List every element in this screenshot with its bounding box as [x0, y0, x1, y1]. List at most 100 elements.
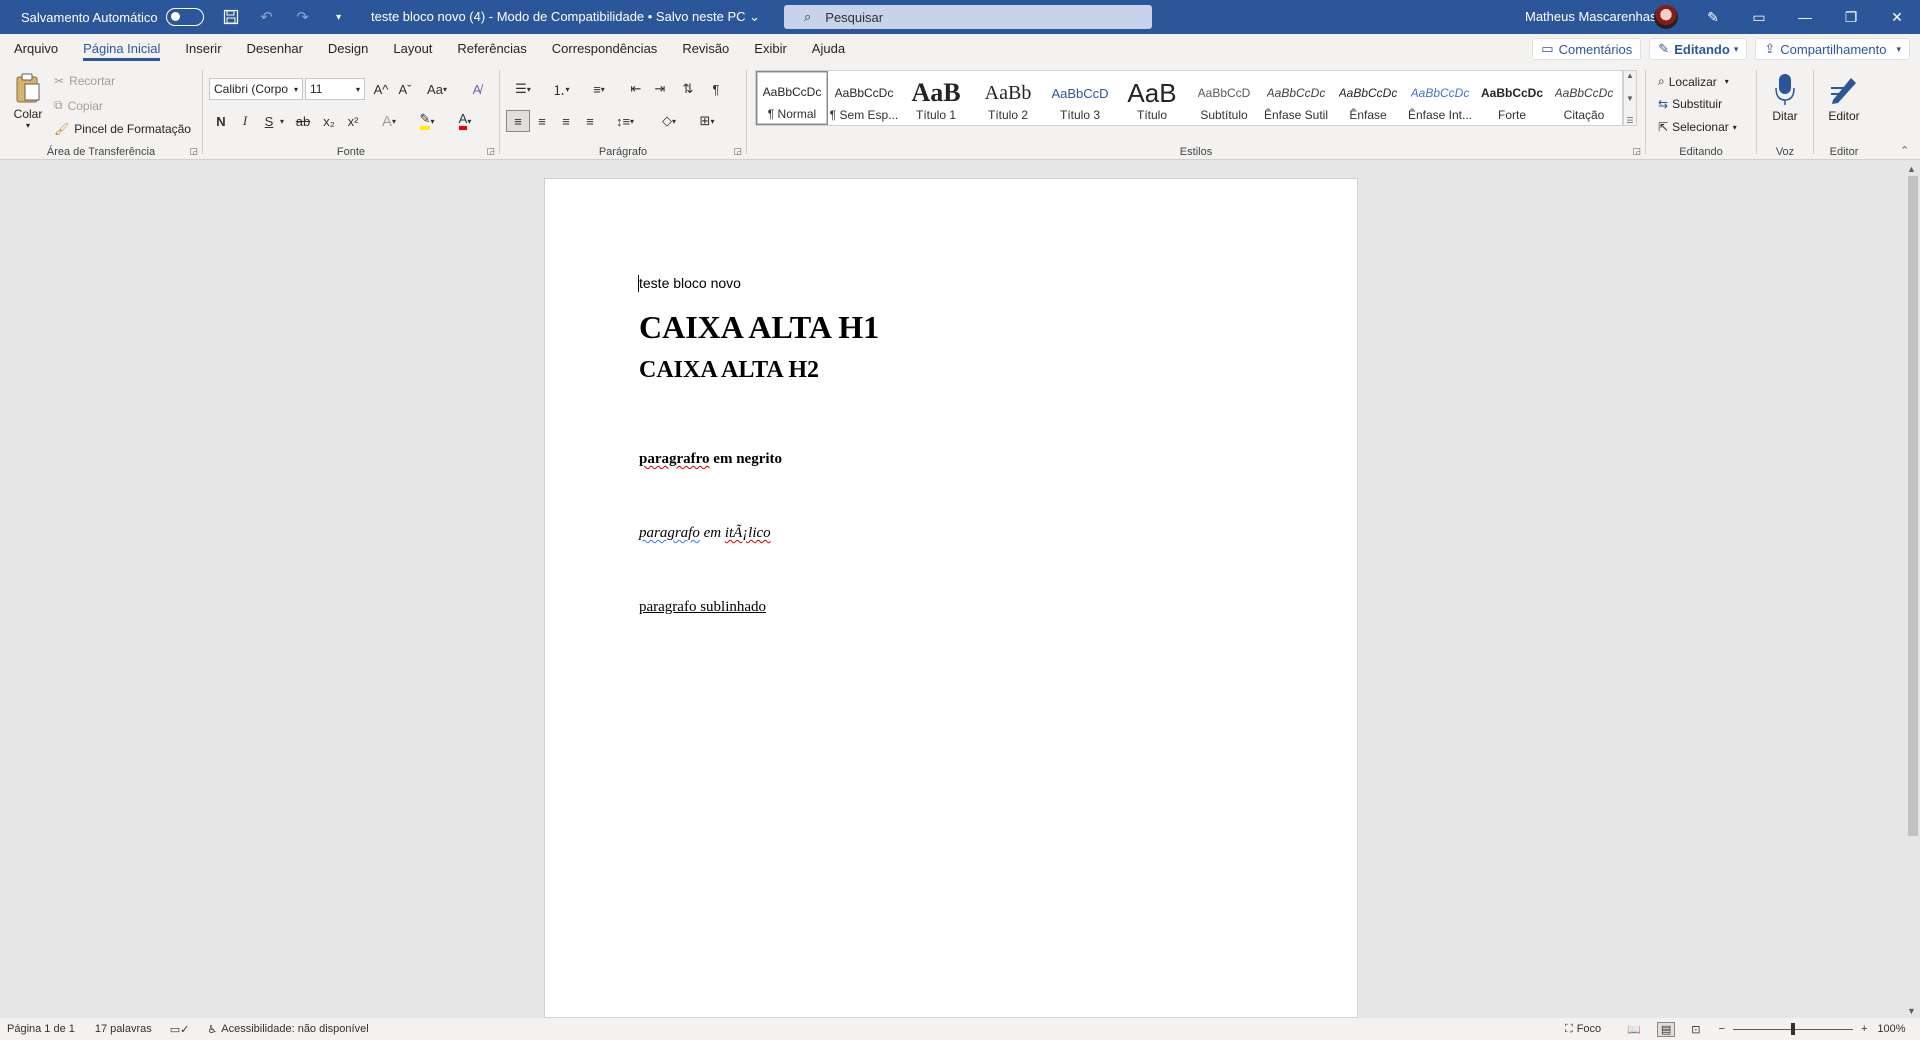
dialog-launcher-icon[interactable]: ◲ — [486, 146, 495, 157]
line-spacing-icon[interactable]: ↕≡ ▾ — [608, 110, 642, 132]
change-case-button[interactable]: Aa ▾ — [421, 78, 453, 100]
zoom-level[interactable]: 100% — [1877, 1023, 1905, 1035]
zoom-slider[interactable] — [1732, 1022, 1853, 1035]
doc-paragraph-normal[interactable]: teste bloco novo — [639, 275, 741, 291]
text-effects-button[interactable]: A ▾ — [373, 110, 405, 132]
font-family-select[interactable]: Calibri (Corpo ▾ — [209, 78, 303, 100]
autosave[interactable]: Salvamento Automático — [21, 8, 204, 26]
doc-paragraph-underline[interactable]: paragrafo sublinhado — [639, 599, 766, 616]
ribbon-display-icon[interactable]: ▭ — [1736, 0, 1782, 34]
share-button[interactable]: ⇪ Compartilhamento ▾ — [1755, 38, 1910, 60]
zoom-out-icon[interactable]: − — [1719, 1023, 1725, 1035]
justify-icon[interactable]: ≡ — [578, 110, 602, 132]
dictate-button[interactable]: Ditar — [1757, 72, 1813, 123]
cut-button[interactable]: ✂ Recortar — [54, 74, 115, 88]
tab-desenhar[interactable]: Desenhar — [247, 34, 303, 64]
minimize-icon[interactable]: — — [1782, 0, 1828, 34]
format-painter-button[interactable]: 🖌 Pincel de Formatação — [54, 122, 191, 136]
copy-button[interactable]: ⧉ Copiar — [54, 98, 103, 113]
doc-paragraph-bold[interactable]: paragrafro em negrito — [639, 451, 782, 468]
tab-ajuda[interactable]: Ajuda — [812, 34, 845, 64]
dialog-launcher-icon[interactable]: ◲ — [1632, 146, 1641, 157]
accessibility-status[interactable]: ♿ Acessibilidade: não disponível — [207, 1023, 368, 1036]
font-color-button[interactable]: A ▾ — [449, 110, 481, 132]
user-name[interactable]: Matheus Mascarenhas — [1525, 9, 1657, 24]
replace-button[interactable]: ⇆ Substituir — [1658, 97, 1722, 111]
tab-referencias[interactable]: Referências — [457, 34, 526, 64]
vertical-scrollbar[interactable]: ▲ ▼ — [1905, 162, 1920, 1018]
align-right-icon[interactable]: ≡ — [554, 110, 578, 132]
doc-heading-1[interactable]: CAIXA ALTA H1 — [639, 309, 879, 346]
bullets-icon[interactable]: ☰ ▾ — [506, 78, 540, 100]
read-mode-icon[interactable]: 📖 — [1627, 1023, 1641, 1036]
misspelled-word[interactable]: itÃ¡lico — [725, 525, 771, 541]
editing-mode-button[interactable]: ✎ Editando ▾ — [1649, 38, 1748, 60]
avatar[interactable] — [1654, 5, 1678, 29]
tab-inserir[interactable]: Inserir — [185, 34, 221, 64]
undo-icon[interactable]: ↶ — [256, 6, 278, 28]
tab-correspondencias[interactable]: Correspondências — [552, 34, 658, 64]
grammar-flagged-word[interactable]: paragrafo — [639, 525, 700, 541]
proofing-icon[interactable]: ▭✓ — [170, 1023, 190, 1036]
select-button[interactable]: ⇱ Selecionar ▾ — [1658, 120, 1737, 134]
paste-icon — [16, 73, 40, 103]
focus-button[interactable]: ⛶ Foco — [1565, 1023, 1601, 1036]
paste-button[interactable]: Colar ▾ — [12, 72, 44, 130]
word-count[interactable]: 17 palavras — [95, 1023, 152, 1035]
dialog-launcher-icon[interactable]: ◲ — [189, 146, 198, 157]
tab-exibir[interactable]: Exibir — [754, 34, 787, 64]
restore-icon[interactable]: ❐ — [1828, 0, 1874, 34]
doc-heading-2[interactable]: CAIXA ALTA H2 — [639, 357, 819, 384]
zoom-in-icon[interactable]: + — [1861, 1023, 1867, 1035]
italic-button[interactable]: I — [233, 110, 257, 132]
comments-button[interactable]: ▭ Comentários — [1532, 38, 1642, 60]
customize-icon[interactable]: ▾ — [328, 6, 350, 28]
find-button[interactable]: ⌕ Localizar ▾ — [1658, 74, 1729, 89]
bold-button[interactable]: N — [209, 110, 233, 132]
tab-design[interactable]: Design — [328, 34, 368, 64]
document-title[interactable]: teste bloco novo (4) - Modo de Compatibi… — [371, 9, 760, 25]
shading-icon[interactable]: ◇ ▾ — [652, 110, 686, 132]
tab-arquivo[interactable]: Arquivo — [14, 34, 58, 64]
strikethrough-button[interactable]: ab — [291, 110, 315, 132]
highlight-button[interactable]: ✎ ▾ — [411, 110, 443, 132]
search-input[interactable]: ⌕ Pesquisar — [784, 5, 1152, 29]
zoom-slider-knob[interactable] — [1790, 1022, 1795, 1035]
chevron-down-icon[interactable]: ▾ — [275, 110, 289, 132]
superscript-button[interactable]: x² — [341, 110, 365, 132]
close-icon[interactable]: ✕ — [1874, 0, 1920, 34]
pen-icon[interactable]: ✎ — [1690, 0, 1736, 34]
grow-font-button[interactable]: A^ — [369, 78, 393, 100]
scroll-up-icon[interactable]: ▲ — [1907, 164, 1916, 174]
misspelled-word[interactable]: paragrafro — [639, 451, 710, 467]
doc-paragraph-italic[interactable]: paragrafo em itÃ¡lico — [639, 525, 771, 542]
clear-formatting-icon[interactable]: A̸ — [465, 78, 489, 100]
align-left-icon[interactable]: ≡ — [506, 110, 530, 132]
font-size-select[interactable]: 11 ▾ — [305, 78, 365, 100]
autosave-toggle[interactable] — [165, 8, 204, 26]
tab-revisao[interactable]: Revisão — [682, 34, 729, 64]
redo-icon[interactable]: ↷ — [292, 6, 314, 28]
borders-icon[interactable]: ⊞ ▾ — [690, 110, 724, 132]
document-page[interactable]: teste bloco novo CAIXA ALTA H1 CAIXA ALT… — [544, 178, 1358, 1018]
decrease-indent-icon[interactable]: ⇤ — [624, 78, 648, 100]
sort-icon[interactable]: ⇅ — [676, 78, 700, 100]
pilcrow-icon[interactable]: ¶ — [704, 78, 728, 100]
tab-pagina-inicial[interactable]: Página Inicial — [83, 34, 161, 64]
scrollbar-thumb[interactable] — [1908, 176, 1918, 836]
web-layout-icon[interactable]: ⊡ — [1691, 1023, 1700, 1036]
editor-button[interactable]: Editor — [1814, 72, 1874, 123]
page-count[interactable]: Página 1 de 1 — [7, 1023, 75, 1035]
print-layout-icon[interactable]: ▤ — [1656, 1021, 1676, 1037]
scroll-down-icon[interactable]: ▼ — [1907, 1006, 1916, 1016]
subscript-button[interactable]: x₂ — [317, 110, 341, 132]
numbering-icon[interactable]: ⒈ ▾ — [544, 78, 578, 100]
dialog-launcher-icon[interactable]: ◲ — [733, 146, 742, 157]
multilevel-list-icon[interactable]: ≡ ▾ — [582, 78, 616, 100]
save-icon[interactable] — [220, 6, 242, 28]
align-center-icon[interactable]: ≡ — [530, 110, 554, 132]
collapse-ribbon-icon[interactable]: ⌃ — [1900, 144, 1909, 157]
increase-indent-icon[interactable]: ⇥ — [648, 78, 672, 100]
shrink-font-button[interactable]: Aˇ — [393, 78, 417, 100]
tab-layout[interactable]: Layout — [393, 34, 432, 64]
